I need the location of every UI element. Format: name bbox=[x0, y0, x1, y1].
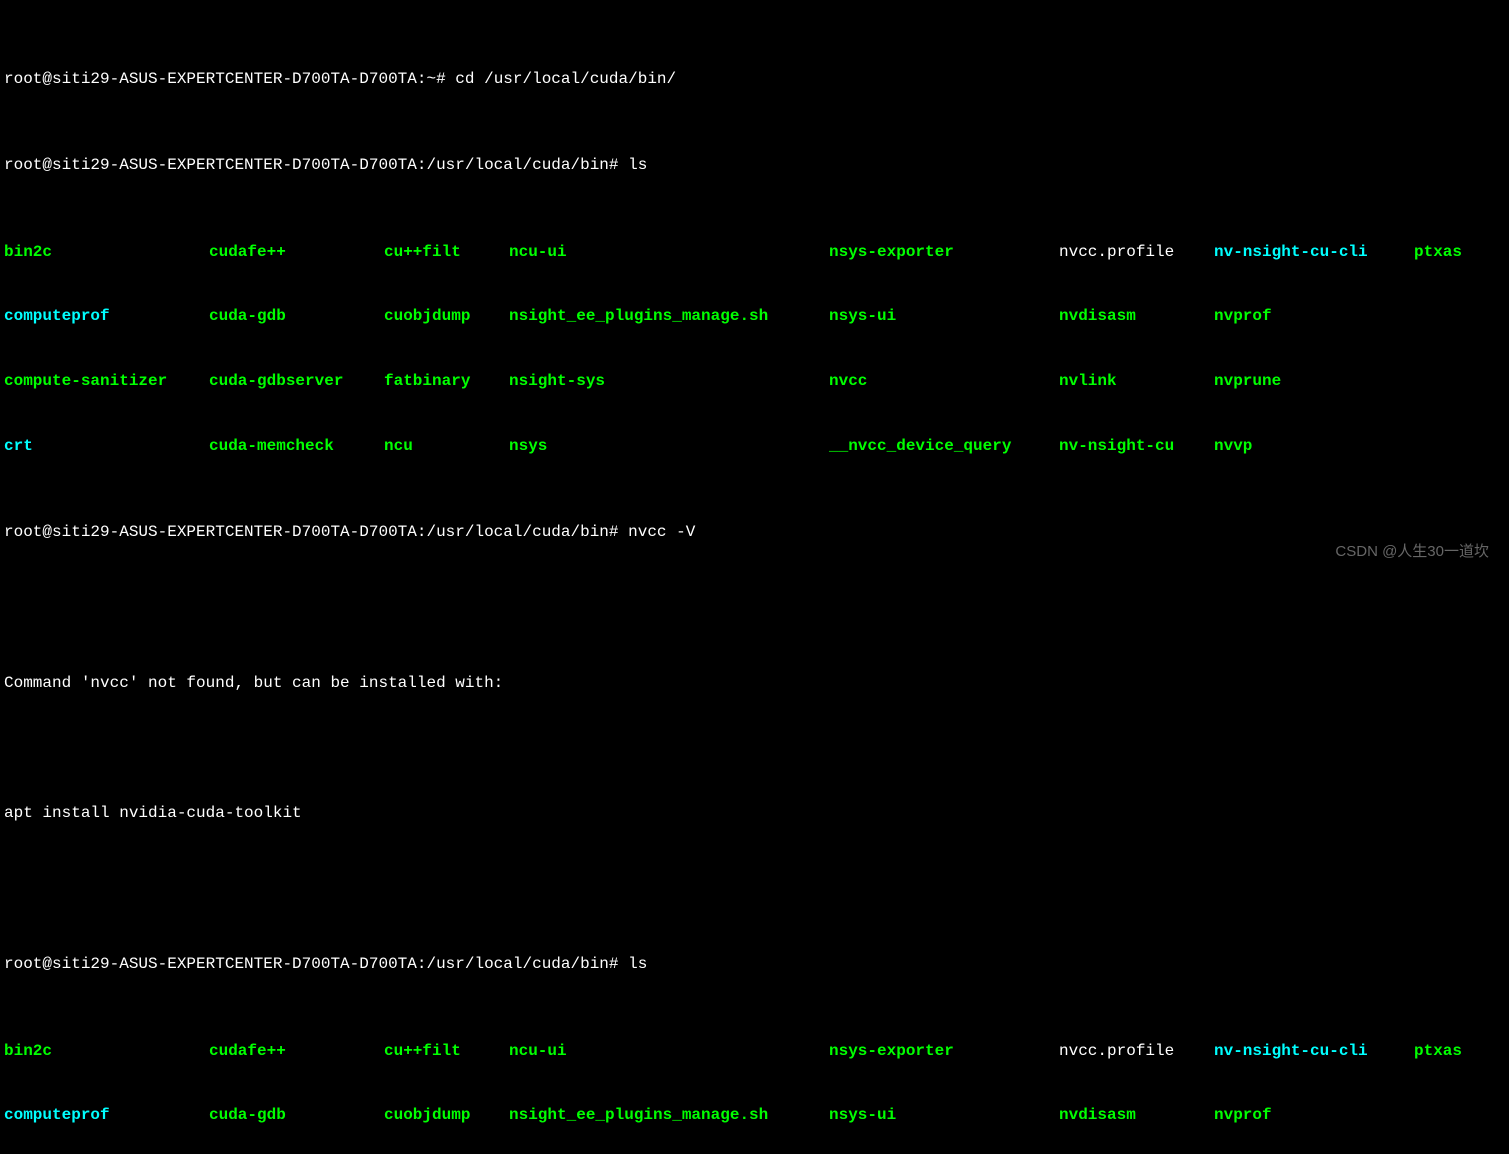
command-text: ls bbox=[628, 156, 647, 174]
file-bin2c: bin2c bbox=[4, 1041, 209, 1063]
file-nsight-ee-plugins: nsight_ee_plugins_manage.sh bbox=[509, 306, 829, 328]
file-cufilt: cu++filt bbox=[384, 242, 509, 264]
command-text: cd /usr/local/cuda/bin/ bbox=[455, 70, 676, 88]
file-ptxas: ptxas bbox=[1414, 242, 1505, 264]
link-computeprof: computeprof bbox=[4, 306, 209, 328]
ls-row-2b: computeprof cuda-gdb cuobjdump nsight_ee… bbox=[4, 1105, 1505, 1127]
file-nvvp: nvvp bbox=[1214, 436, 1414, 458]
file-cudafe: cudafe++ bbox=[209, 1041, 384, 1063]
prompt-line-4: root@siti29-ASUS-EXPERTCENTER-D700TA-D70… bbox=[4, 954, 1505, 976]
link-nv-nsight-cu-cli: nv-nsight-cu-cli bbox=[1214, 242, 1414, 264]
ls-row-4: crt cuda-memcheck ncu nsys __nvcc_device… bbox=[4, 436, 1505, 458]
shell-prompt: root@siti29-ASUS-EXPERTCENTER-D700TA-D70… bbox=[4, 955, 628, 973]
file-fatbinary: fatbinary bbox=[384, 371, 509, 393]
file-cuda-gdbserver: cuda-gdbserver bbox=[209, 371, 384, 393]
file-cuda-gdb: cuda-gdb bbox=[209, 306, 384, 328]
command-text: ls bbox=[628, 955, 647, 973]
file-nvdisasm: nvdisasm bbox=[1059, 306, 1214, 328]
shell-prompt: root@siti29-ASUS-EXPERTCENTER-D700TA-D70… bbox=[4, 156, 628, 174]
file-nvprof: nvprof bbox=[1214, 306, 1414, 328]
ls-row-1: bin2c cudafe++ cu++filt ncu-ui nsys-expo… bbox=[4, 242, 1505, 264]
shell-prompt: root@siti29-ASUS-EXPERTCENTER-D700TA-D70… bbox=[4, 70, 455, 88]
file-cufilt: cu++filt bbox=[384, 1041, 509, 1063]
file-nsight-ee-plugins: nsight_ee_plugins_manage.sh bbox=[509, 1105, 829, 1127]
file-cuda-gdb: cuda-gdb bbox=[209, 1105, 384, 1127]
file-compute-sanitizer: compute-sanitizer bbox=[4, 371, 209, 393]
file-nsys: nsys bbox=[509, 436, 829, 458]
file-nsys-ui: nsys-ui bbox=[829, 1105, 1059, 1127]
error-not-found: Command 'nvcc' not found, but can be ins… bbox=[4, 673, 1505, 695]
prompt-line-2: root@siti29-ASUS-EXPERTCENTER-D700TA-D70… bbox=[4, 155, 1505, 177]
file-bin2c: bin2c bbox=[4, 242, 209, 264]
file-nv-nsight-cu: nv-nsight-cu bbox=[1059, 436, 1214, 458]
file-nsys-exporter: nsys-exporter bbox=[829, 1041, 1059, 1063]
file-nsys-ui: nsys-ui bbox=[829, 306, 1059, 328]
file-ncu-ui: ncu-ui bbox=[509, 242, 829, 264]
file-cuobjdump: cuobjdump bbox=[384, 1105, 509, 1127]
file-cuda-memcheck: cuda-memcheck bbox=[209, 436, 384, 458]
blank-line bbox=[4, 868, 1505, 890]
file-nvcc-profile: nvcc.profile bbox=[1059, 1041, 1214, 1063]
terminal-output[interactable]: root@siti29-ASUS-EXPERTCENTER-D700TA-D70… bbox=[4, 4, 1505, 1154]
file-nvdisasm: nvdisasm bbox=[1059, 1105, 1214, 1127]
file-nvcc-device-query: __nvcc_device_query bbox=[829, 436, 1059, 458]
blank-line bbox=[4, 609, 1505, 631]
link-computeprof: computeprof bbox=[4, 1105, 209, 1127]
file-nvcc-profile: nvcc.profile bbox=[1059, 242, 1214, 264]
watermark-text: CSDN @人生30一道坎 bbox=[1335, 542, 1489, 562]
shell-prompt: root@siti29-ASUS-EXPERTCENTER-D700TA-D70… bbox=[4, 523, 628, 541]
prompt-line-3: root@siti29-ASUS-EXPERTCENTER-D700TA-D70… bbox=[4, 522, 1505, 544]
error-install-hint: apt install nvidia-cuda-toolkit bbox=[4, 803, 1505, 825]
file-ncu: ncu bbox=[384, 436, 509, 458]
ls-row-2: computeprof cuda-gdb cuobjdump nsight_ee… bbox=[4, 306, 1505, 328]
file-nvcc: nvcc bbox=[829, 371, 1059, 393]
file-cudafe: cudafe++ bbox=[209, 242, 384, 264]
file-nvprune: nvprune bbox=[1214, 371, 1414, 393]
file-nvprof: nvprof bbox=[1214, 1105, 1414, 1127]
ls-row-3: compute-sanitizer cuda-gdbserver fatbina… bbox=[4, 371, 1505, 393]
file-nvlink: nvlink bbox=[1059, 371, 1214, 393]
file-nsys-exporter: nsys-exporter bbox=[829, 242, 1059, 264]
ls-row-1b: bin2c cudafe++ cu++filt ncu-ui nsys-expo… bbox=[4, 1041, 1505, 1063]
prompt-line-1: root@siti29-ASUS-EXPERTCENTER-D700TA-D70… bbox=[4, 69, 1505, 91]
file-ptxas: ptxas bbox=[1414, 1041, 1505, 1063]
link-nv-nsight-cu-cli: nv-nsight-cu-cli bbox=[1214, 1041, 1414, 1063]
blank-line bbox=[4, 738, 1505, 760]
file-nsight-sys: nsight-sys bbox=[509, 371, 829, 393]
file-cuobjdump: cuobjdump bbox=[384, 306, 509, 328]
file-ncu-ui: ncu-ui bbox=[509, 1041, 829, 1063]
link-crt: crt bbox=[4, 436, 209, 458]
command-text: nvcc -V bbox=[628, 523, 695, 541]
